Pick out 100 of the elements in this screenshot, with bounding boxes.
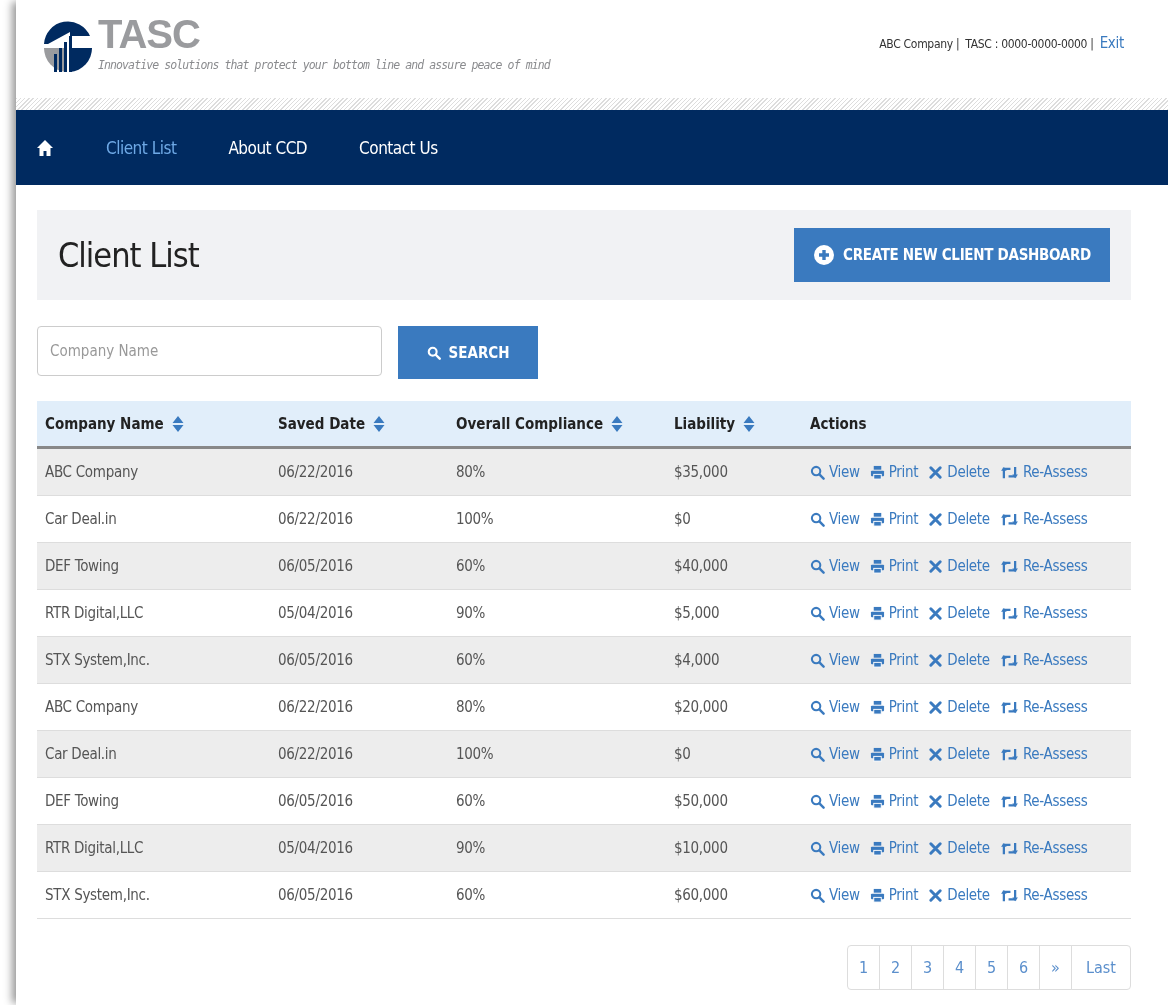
retweet-icon (999, 746, 1019, 762)
delete-link[interactable]: Delete (928, 463, 990, 481)
table-cell: ABC Company (37, 683, 270, 731)
table-cell: $20,000 (666, 683, 802, 731)
printer-icon (869, 793, 885, 809)
close-icon (928, 840, 944, 856)
search-field[interactable]: Company Name (37, 326, 382, 376)
print-link[interactable]: Print (869, 557, 919, 575)
retweet-icon (999, 652, 1019, 668)
sort-icon[interactable] (611, 414, 624, 433)
delete-link[interactable]: Delete (928, 557, 990, 575)
table-cell: 06/22/2016 (270, 495, 448, 543)
reassess-link[interactable]: Re-Assess (999, 792, 1088, 810)
delete-link[interactable]: Delete (928, 792, 990, 810)
table-cell: $40,000 (666, 542, 802, 590)
reassess-link[interactable]: Re-Assess (999, 745, 1088, 763)
view-link[interactable]: View (810, 745, 860, 763)
home-icon[interactable] (36, 138, 54, 157)
print-link[interactable]: Print (869, 745, 919, 763)
print-link[interactable]: Print (869, 839, 919, 857)
delete-link[interactable]: Delete (928, 604, 990, 622)
reassess-link[interactable]: Re-Assess (999, 839, 1088, 857)
reassess-link[interactable]: Re-Assess (999, 651, 1088, 669)
print-link[interactable]: Print (869, 510, 919, 528)
view-link[interactable]: View (810, 651, 860, 669)
reassess-link[interactable]: Re-Assess (999, 604, 1088, 622)
table-cell: Car Deal.in (37, 495, 270, 543)
page-title: Client List (58, 235, 199, 275)
table-cell: $60,000 (666, 871, 802, 919)
close-icon (928, 558, 944, 574)
reassess-link[interactable]: Re-Assess (999, 557, 1088, 575)
column-header[interactable]: Liability (674, 414, 736, 433)
sort-icon[interactable] (171, 414, 184, 433)
printer-icon (869, 652, 885, 668)
page-link[interactable]: 3 (911, 945, 944, 990)
search-icon (810, 699, 825, 715)
exit-link[interactable]: Exit (1099, 34, 1124, 52)
search-icon (810, 746, 825, 762)
delete-link[interactable]: Delete (928, 698, 990, 716)
page-link[interactable]: 1 (847, 945, 880, 990)
table-cell: 80% (448, 447, 666, 496)
table-cell: 06/05/2016 (270, 636, 448, 684)
page-link[interactable]: 2 (879, 945, 912, 990)
account-number: TASC : 0000-0000-0000 | (965, 37, 1094, 51)
view-link[interactable]: View (810, 698, 860, 716)
view-link[interactable]: View (810, 792, 860, 810)
column-header[interactable]: Saved Date (278, 414, 366, 433)
create-dashboard-button[interactable]: CREATE NEW CLIENT DASHBOARD (794, 228, 1110, 282)
close-icon (928, 605, 944, 621)
page-link[interactable]: 6 (1007, 945, 1040, 990)
view-link[interactable]: View (810, 510, 860, 528)
reassess-link[interactable]: Re-Assess (999, 698, 1088, 716)
table-cell: 06/22/2016 (270, 683, 448, 731)
sort-icon[interactable] (743, 414, 756, 433)
page-link[interactable]: 5 (975, 945, 1008, 990)
search-icon (810, 793, 825, 809)
table-cell: RTR Digital,LLC (37, 824, 270, 872)
print-link[interactable]: Print (869, 463, 919, 481)
retweet-icon (999, 511, 1019, 527)
view-link[interactable]: View (810, 463, 860, 481)
page-link[interactable]: Last (1071, 945, 1131, 990)
view-link[interactable]: View (810, 557, 860, 575)
nav-link[interactable]: Client List (106, 137, 177, 158)
retweet-icon (999, 887, 1019, 903)
page-link[interactable]: 4 (943, 945, 976, 990)
table-cell: 100% (448, 730, 666, 778)
close-icon (928, 793, 944, 809)
nav-link[interactable]: Contact Us (359, 137, 438, 158)
print-link[interactable]: Print (869, 886, 919, 904)
printer-icon (869, 511, 885, 527)
table-cell: 05/04/2016 (270, 589, 448, 637)
search-icon (810, 511, 825, 527)
page-link[interactable]: » (1039, 945, 1072, 990)
delete-link[interactable]: Delete (928, 839, 990, 857)
search-button[interactable]: SEARCH (398, 326, 538, 379)
print-link[interactable]: Print (869, 698, 919, 716)
table-cell: $10,000 (666, 824, 802, 872)
retweet-icon (999, 699, 1019, 715)
print-link[interactable]: Print (869, 651, 919, 669)
sort-icon[interactable] (373, 414, 386, 433)
nav-link[interactable]: About CCD (228, 137, 308, 158)
search-icon (810, 605, 825, 621)
table-cell: 90% (448, 824, 666, 872)
delete-link[interactable]: Delete (928, 886, 990, 904)
close-icon (928, 464, 944, 480)
view-link[interactable]: View (810, 839, 860, 857)
delete-link[interactable]: Delete (928, 745, 990, 763)
delete-link[interactable]: Delete (928, 510, 990, 528)
reassess-link[interactable]: Re-Assess (999, 510, 1088, 528)
table-cell: DEF Towing (37, 777, 270, 825)
reassess-link[interactable]: Re-Assess (999, 463, 1088, 481)
close-icon (928, 746, 944, 762)
view-link[interactable]: View (810, 604, 860, 622)
reassess-link[interactable]: Re-Assess (999, 886, 1088, 904)
print-link[interactable]: Print (869, 604, 919, 622)
view-link[interactable]: View (810, 886, 860, 904)
delete-link[interactable]: Delete (928, 651, 990, 669)
search-icon (810, 558, 825, 574)
table-cell: 06/05/2016 (270, 871, 448, 919)
print-link[interactable]: Print (869, 792, 919, 810)
